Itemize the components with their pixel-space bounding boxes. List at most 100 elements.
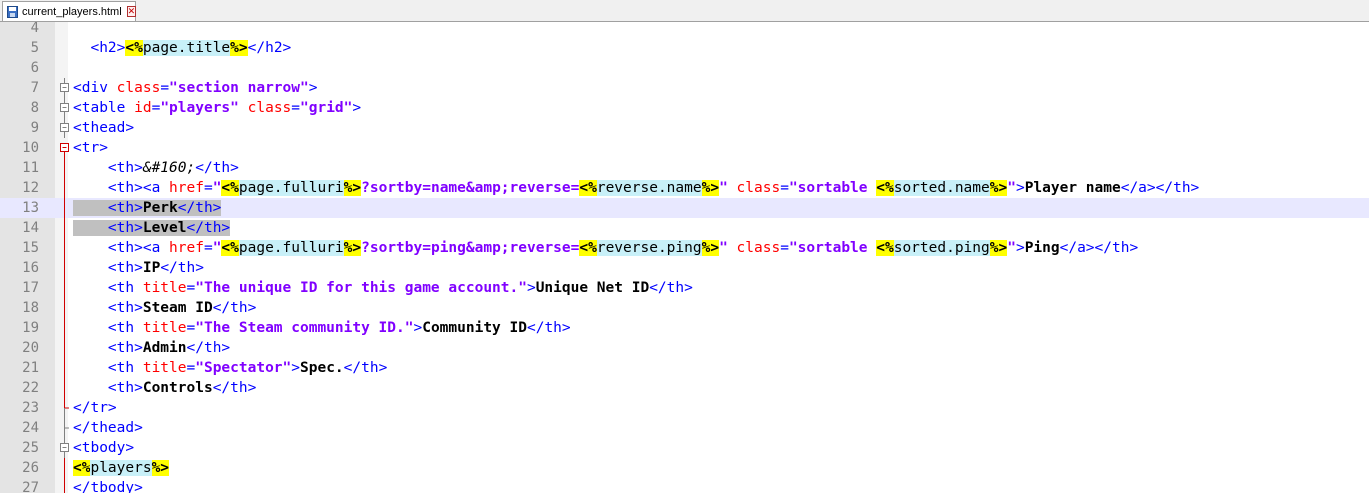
line-number: 10 (22, 140, 39, 156)
code-editor[interactable]: 45 <h2><%page.title%></h2> 6 7 <div class="… (0, 22, 1369, 493)
code-line[interactable]: 9 <thead> (0, 118, 1369, 138)
code-line[interactable]: 14 <th>Level</th> (0, 218, 1369, 238)
code-token: <thead> (73, 120, 135, 136)
code-line[interactable]: 27 </tbody> (0, 478, 1369, 493)
code-line[interactable]: 26 <%players%> (0, 458, 1369, 478)
code-token: </a></th> (1120, 180, 1200, 196)
close-icon[interactable]: ✕ (126, 6, 137, 17)
code-line[interactable]: 20 <th>Admin</th> (0, 338, 1369, 358)
fold-line-icon (59, 378, 70, 398)
code-token: "section narrow" (169, 80, 309, 96)
code-line[interactable]: 18 <th>Steam ID</th> (0, 298, 1369, 318)
code-token: Admin (142, 340, 187, 356)
code-line[interactable]: 4 (0, 22, 1369, 38)
line-number: 18 (22, 300, 39, 316)
code-line[interactable]: 25 <tbody> (0, 438, 1369, 458)
line-number: 9 (30, 120, 39, 136)
fold-toggle-icon[interactable] (59, 118, 70, 138)
line-number: 8 (30, 100, 39, 116)
code-line[interactable]: 19 <th title="The Steam community ID.">C… (0, 318, 1369, 338)
code-token: %> (151, 460, 170, 476)
code-line[interactable]: 12 <th><a href="<%page.fulluri%>?sortby=… (0, 178, 1369, 198)
code-line[interactable]: 15 <th><a href="<%page.fulluri%>?sortby=… (0, 238, 1369, 258)
line-number: 24 (22, 420, 39, 436)
code-token: title (142, 280, 187, 296)
code-line[interactable]: 17 <th title="The unique ID for this gam… (0, 278, 1369, 298)
code-token: </th> (195, 160, 239, 176)
code-line[interactable]: 6 (0, 58, 1369, 78)
fold-line-icon (59, 218, 70, 238)
code-token: players (90, 460, 152, 476)
code-text: <th>&#160;</th> (73, 158, 239, 178)
code-token: <tbody> (73, 440, 135, 456)
code-token: <th> (73, 300, 143, 316)
code-text: <th title="The unique ID for this game a… (73, 278, 693, 298)
code-line[interactable]: 22 <th>Controls</th> (0, 378, 1369, 398)
code-token: " (1007, 240, 1016, 256)
tab-bar: current_players.html ✕ (0, 0, 1369, 22)
save-icon (7, 5, 18, 18)
code-text: </thead> (73, 418, 143, 438)
file-tab[interactable]: current_players.html ✕ (2, 1, 137, 21)
code-token: href (169, 180, 204, 196)
code-text: </tbody> (73, 478, 143, 493)
line-number: 27 (22, 480, 39, 493)
line-number: 6 (30, 60, 39, 76)
code-token: "players" (160, 100, 239, 116)
fold-toggle-icon[interactable] (59, 78, 70, 98)
code-token: %> (701, 180, 720, 196)
fold-line-icon (59, 198, 70, 218)
code-line[interactable]: 11 <th>&#160;</th> (0, 158, 1369, 178)
code-token: <h2> (73, 40, 126, 56)
code-token: class (116, 80, 161, 96)
code-token: </th> (186, 220, 231, 236)
code-token: %> (230, 40, 248, 56)
code-text: <th>Admin</th> (73, 338, 230, 358)
code-token: <% (876, 180, 894, 196)
code-token: </th> (649, 280, 693, 296)
fold-line-icon (59, 418, 70, 438)
code-token: = (186, 280, 196, 296)
fold-toggle-icon[interactable] (59, 138, 70, 158)
code-text: <th>Steam ID</th> (73, 298, 256, 318)
code-token: </th> (177, 200, 222, 216)
code-text: <%players%> (73, 458, 170, 478)
code-token: Level (142, 220, 187, 236)
code-text: <tr> (73, 138, 108, 158)
code-line[interactable]: 10 <tr> (0, 138, 1369, 158)
fold-line-icon (59, 178, 70, 198)
fold-line-icon (59, 158, 70, 178)
code-line[interactable]: 7 <div class="section narrow"> (0, 78, 1369, 98)
line-number: 12 (22, 180, 39, 196)
code-token: <% (221, 240, 239, 256)
code-text: </tr> (73, 398, 117, 418)
fold-toggle-icon[interactable] (59, 98, 70, 118)
code-token: = (780, 240, 789, 256)
code-line[interactable]: 16 <th>IP</th> (0, 258, 1369, 278)
code-token: Perk (142, 200, 178, 216)
code-line[interactable]: 13 <th>Perk</th> (0, 198, 1369, 218)
code-text: <table id="players" class="grid"> (73, 98, 361, 118)
fold-line-icon (59, 458, 70, 478)
code-token: " (1007, 180, 1016, 196)
code-token: </th> (160, 260, 204, 276)
code-token: = (203, 240, 213, 256)
code-line[interactable]: 21 <th title="Spectator">Spec.</th> (0, 358, 1369, 378)
selection-highlight: <th>Level</th> (73, 220, 231, 236)
code-token: class (736, 240, 781, 256)
line-number: 14 (22, 220, 39, 236)
code-line[interactable]: 23 </tr> (0, 398, 1369, 418)
fold-toggle-icon[interactable] (59, 438, 70, 458)
code-line[interactable]: 5 <h2><%page.title%></h2> (0, 38, 1369, 58)
code-token: reverse.name (596, 180, 702, 196)
code-token: Steam ID (142, 300, 213, 316)
code-token: "The Steam community ID." (195, 320, 414, 336)
fold-line-icon (59, 398, 70, 418)
code-line[interactable]: 24 </thead> (0, 418, 1369, 438)
line-number: 22 (22, 380, 39, 396)
code-token: </tbody> (73, 480, 143, 493)
code-token: sorted.ping (893, 240, 990, 256)
line-number: 26 (22, 460, 39, 476)
code-line[interactable]: 8 <table id="players" class="grid"> (0, 98, 1369, 118)
